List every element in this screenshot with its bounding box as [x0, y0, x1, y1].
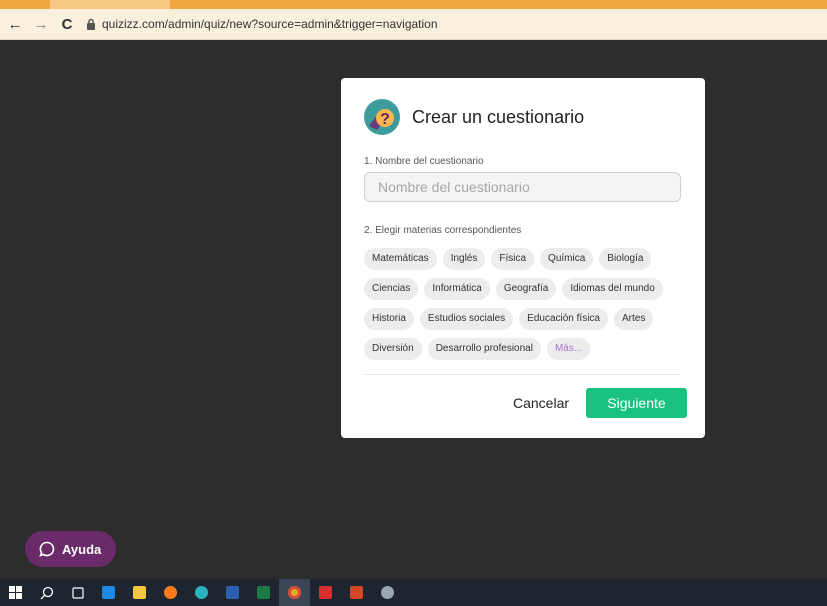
media-app-icon[interactable]: [93, 579, 124, 606]
windows-taskbar: [0, 579, 827, 606]
url-text: quizizz.com/admin/quiz/new?source=admin&…: [102, 17, 438, 31]
back-arrow-icon[interactable]: ←: [4, 16, 26, 33]
search-icon[interactable]: [31, 579, 62, 606]
subject-chip[interactable]: Física: [491, 248, 535, 270]
quiz-logo-icon: ?: [364, 99, 400, 135]
subject-chip[interactable]: Artes: [614, 308, 654, 330]
cancel-button[interactable]: Cancelar: [505, 388, 577, 418]
dialog-title: Crear un cuestionario: [412, 106, 585, 127]
help-button[interactable]: Ayuda: [25, 531, 116, 567]
subject-chip[interactable]: Idiomas del mundo: [562, 278, 663, 300]
subject-chip[interactable]: Educación física: [519, 308, 608, 330]
edge-icon[interactable]: [186, 579, 217, 606]
chat-bubble-icon: [39, 541, 55, 557]
forward-arrow-icon[interactable]: →: [30, 16, 52, 33]
dialog-divider: [364, 374, 681, 375]
create-quiz-dialog: ? Crear un cuestionario 1. Nombre del cu…: [341, 78, 705, 438]
excel-icon[interactable]: [248, 579, 279, 606]
more-subjects-chip[interactable]: Más...: [546, 338, 591, 360]
reload-icon[interactable]: C: [56, 16, 78, 33]
acrobat-icon[interactable]: [310, 579, 341, 606]
next-button[interactable]: Siguiente: [586, 388, 687, 418]
subject-chip[interactable]: Inglés: [442, 248, 486, 270]
subject-chip[interactable]: Diversión: [364, 338, 422, 360]
subject-chip[interactable]: Matemáticas: [364, 248, 437, 270]
svg-text:?: ?: [380, 111, 390, 128]
subject-chip-row: Matemáticas Inglés Física Química Biolog…: [364, 248, 684, 270]
active-tab[interactable]: [50, 0, 170, 9]
file-explorer-icon[interactable]: [124, 579, 155, 606]
subject-chip-list: Matemáticas Inglés Física Química Biolog…: [364, 248, 684, 368]
quiz-name-input[interactable]: [364, 172, 681, 202]
address-bar[interactable]: quizizz.com/admin/quiz/new?source=admin&…: [86, 13, 819, 35]
word-icon[interactable]: [217, 579, 248, 606]
subject-chip[interactable]: Informática: [424, 278, 490, 300]
quiz-name-label: 1. Nombre del cuestionario: [364, 156, 484, 167]
subject-chip-row: Diversión Desarrollo profesional Más...: [364, 338, 684, 360]
help-label: Ayuda: [62, 541, 102, 557]
subject-chip[interactable]: Geografía: [495, 278, 557, 300]
powerpoint-icon[interactable]: [341, 579, 372, 606]
browser-toolbar: ← → C quizizz.com/admin/quiz/new?source=…: [0, 9, 827, 40]
subject-chip[interactable]: Desarrollo profesional: [427, 338, 541, 360]
subject-chip[interactable]: Estudios sociales: [419, 308, 514, 330]
subjects-label: 2. Elegir materias correspondientes: [364, 225, 522, 236]
subject-chip[interactable]: Química: [540, 248, 594, 270]
subject-chip-row: Ciencias Informática Geografía Idiomas d…: [364, 278, 684, 300]
paint-icon[interactable]: [372, 579, 403, 606]
subject-chip[interactable]: Ciencias: [364, 278, 419, 300]
chrome-icon[interactable]: [279, 579, 310, 606]
browser-tab-strip: [0, 0, 827, 9]
firefox-icon[interactable]: [155, 579, 186, 606]
subject-chip[interactable]: Biología: [599, 248, 652, 270]
subject-chip-row: Historia Estudios sociales Educación fís…: [364, 308, 684, 330]
task-view-icon[interactable]: [62, 579, 93, 606]
subject-chip[interactable]: Historia: [364, 308, 414, 330]
windows-start-icon[interactable]: [0, 579, 31, 606]
lock-icon: [86, 18, 96, 30]
